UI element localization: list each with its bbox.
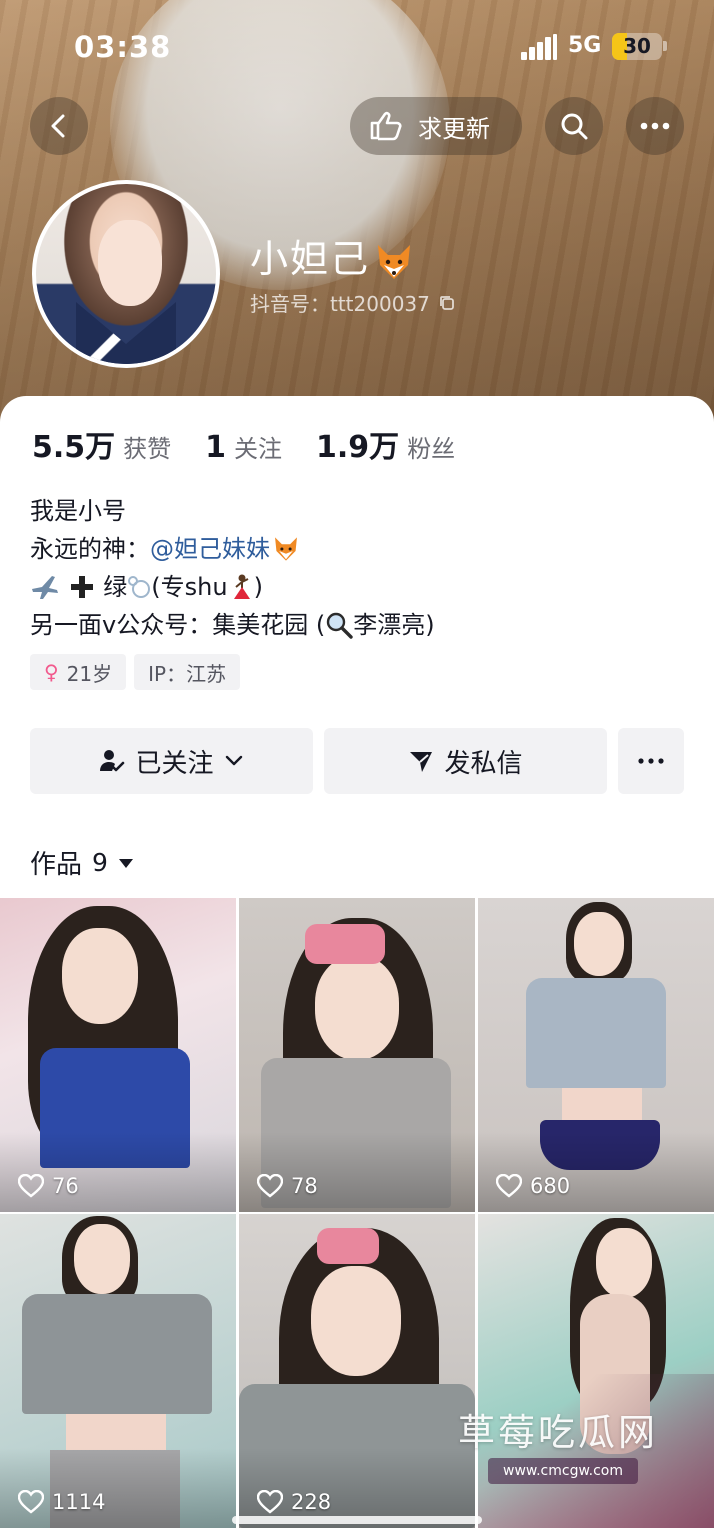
network-type: 5G: [568, 33, 602, 58]
heart-icon: [18, 1490, 44, 1514]
paper-plane-icon: [410, 752, 433, 772]
ip-tag: IP：江苏: [134, 654, 241, 690]
profile-stats: 5.5万 获赞 1 关注 1.9万 粉丝: [32, 422, 489, 466]
following-button[interactable]: 已关注: [30, 728, 313, 794]
nickname-text: 小妲己: [250, 237, 371, 281]
hand-point-icon: [370, 111, 402, 141]
fox-emoji-icon: [275, 537, 297, 561]
video-like-count: 228: [257, 1490, 331, 1514]
caret-down-icon: [118, 858, 133, 868]
chevron-down-icon: [225, 755, 242, 766]
mention-link[interactable]: @妲己妹妹: [150, 535, 270, 563]
send-message-button[interactable]: 发私信: [324, 728, 607, 794]
battery-level: 30: [623, 34, 651, 58]
back-button[interactable]: [30, 97, 88, 155]
video-thumbnail[interactable]: 76: [0, 898, 236, 1212]
stat-following[interactable]: 1 关注: [205, 429, 282, 465]
video-like-count: 78: [257, 1174, 318, 1198]
status-bar: 03:38 5G 30: [0, 0, 714, 92]
avatar[interactable]: [32, 180, 220, 368]
heart-icon: [257, 1490, 283, 1514]
video-like-count: 680: [496, 1174, 570, 1198]
video-like-count: 1114: [18, 1490, 105, 1514]
heart-icon: [257, 1174, 283, 1198]
signal-icon: [521, 34, 557, 60]
stat-followers[interactable]: 1.9万 粉丝: [316, 422, 455, 466]
ellipsis-icon: [638, 758, 664, 764]
age-tag: ♀ 21岁: [30, 654, 127, 690]
bubbles-emoji-icon: [128, 576, 151, 598]
more-actions-button[interactable]: [618, 728, 684, 794]
airplane-emoji-icon: [32, 576, 58, 599]
copy-icon[interactable]: [438, 294, 456, 312]
female-icon: ♀: [44, 660, 59, 684]
ellipsis-icon: [640, 122, 670, 130]
home-indicator: [232, 1516, 482, 1524]
watermark-url: www.cmcgw.com: [488, 1458, 638, 1484]
video-thumbnail[interactable]: 78: [239, 898, 475, 1212]
user-check-icon: [100, 750, 125, 772]
more-options-button[interactable]: [626, 97, 684, 155]
douyin-id: 抖音号：ttt200037: [250, 288, 456, 317]
watermark-text: 草莓吃瓜网: [458, 1411, 658, 1454]
video-thumbnail[interactable]: 680: [478, 898, 714, 1212]
chevron-left-icon: [51, 114, 65, 138]
request-update-label: 求更新: [418, 114, 490, 143]
heart-icon: [496, 1174, 522, 1198]
profile-actions: 已关注 发私信: [30, 728, 684, 794]
dancer-emoji-icon: [233, 574, 250, 599]
bio-line: 永远的神：@妲己妹妹: [30, 530, 680, 568]
profile-bio: 我是小号 永远的神：@妲己妹妹 绿 (专shu) 另一面v公众号：集美花园 (李漂…: [30, 492, 680, 644]
bio-line: 绿 (专shu): [30, 568, 680, 606]
plus-emoji-icon: [70, 576, 93, 598]
works-count: 9: [92, 848, 108, 877]
search-icon: [561, 113, 588, 140]
works-label: 作品: [30, 850, 83, 880]
works-tab[interactable]: 作品 9: [30, 844, 134, 881]
douyin-id-text: 抖音号：ttt200037: [250, 292, 430, 316]
bio-line: 另一面v公众号：集美花园 (李漂亮): [30, 611, 435, 639]
search-button[interactable]: [545, 97, 603, 155]
profile-nickname: 小妲己: [250, 228, 414, 283]
video-like-count: 76: [18, 1174, 79, 1198]
magnifier-emoji-icon: [327, 612, 353, 639]
heart-icon: [18, 1174, 44, 1198]
bio-line: 我是小号: [30, 497, 126, 525]
request-update-button[interactable]: 求更新: [350, 97, 522, 155]
video-thumbnail[interactable]: 228: [239, 1214, 475, 1528]
fox-emoji-icon: [378, 244, 411, 279]
battery-icon: 30: [612, 33, 662, 60]
profile-tags: ♀ 21岁 IP：江苏: [30, 654, 241, 690]
stat-likes[interactable]: 5.5万 获赞: [32, 422, 171, 466]
status-time: 03:38: [74, 30, 172, 64]
profile-info-card: 5.5万 获赞 1 关注 1.9万 粉丝 我是小号 永远的神：@妲己妹妹 绿 (专shu…: [0, 396, 714, 900]
video-thumbnail[interactable]: 1114: [0, 1214, 236, 1528]
